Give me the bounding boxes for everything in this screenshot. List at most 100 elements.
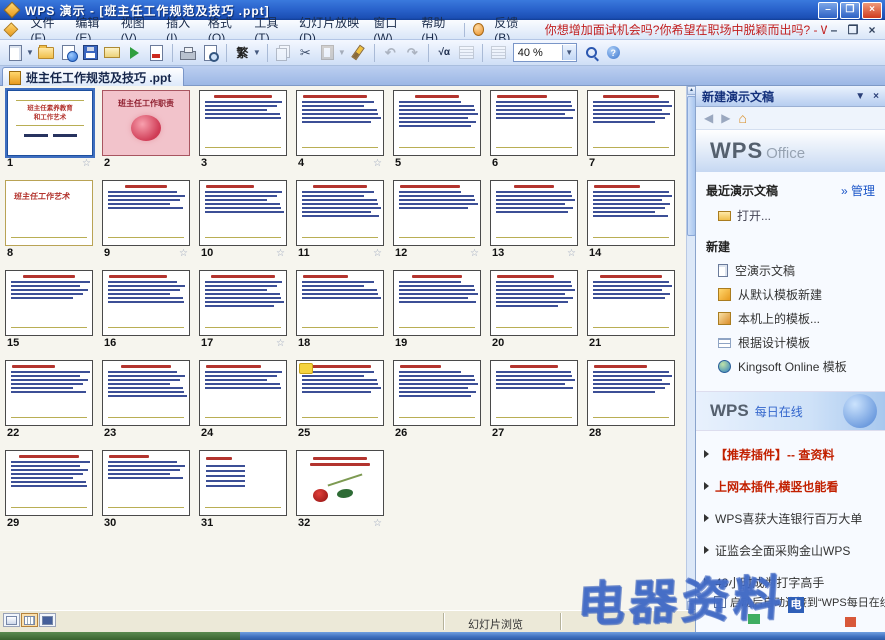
slide-thumbnail[interactable]: 班主任工作职责 [102,90,190,156]
promo-banner-text[interactable]: 你想增加面试机会吗?你希望在职场中脱颖而出吗? - WPS特别... [545,21,827,38]
new-item-link[interactable]: 本机上的模板... [718,310,885,327]
slide-thumbnail[interactable] [5,360,93,426]
zoom-combobox[interactable]: 40 % ▼ [513,43,577,62]
slide-thumbnail[interactable] [393,360,481,426]
undo-button[interactable]: ↶ [381,43,400,62]
transition-star-icon[interactable]: ☆ [470,248,479,259]
slide-thumbnail[interactable] [102,270,190,336]
slide-thumbnail[interactable] [587,180,675,246]
app-menu-icon[interactable] [4,22,19,37]
slide-thumbnail[interactable] [490,270,578,336]
online-link[interactable]: WPS喜获大连银行百万大单 [704,512,877,527]
new-item-link[interactable]: 空演示文稿 [718,262,885,279]
restore-button[interactable]: ❐ [840,2,860,19]
help-button[interactable]: ? [604,43,623,62]
online-link[interactable]: 48小时成为打字高手 [704,576,877,591]
export-button[interactable] [125,43,144,62]
slide-thumbnail[interactable] [587,90,675,156]
format-painter-button[interactable] [349,43,368,62]
doc-restore-button[interactable]: ❐ [846,23,860,37]
zoom-dropdown-icon[interactable]: ▼ [562,45,576,60]
vertical-scrollbar[interactable]: ▲ ▼ [686,86,695,610]
slide-thumbnail[interactable] [5,450,93,516]
print-preview-button[interactable] [201,43,220,62]
paste-dropdown-icon[interactable]: ▼ [338,48,346,57]
transition-star-icon[interactable]: ☆ [276,248,285,259]
save-button[interactable] [81,43,100,62]
slide-thumbnail[interactable] [102,360,190,426]
cut-button[interactable]: ✂ [296,43,315,62]
online-link[interactable]: 证监会全面采购金山WPS [704,544,877,559]
copy-button[interactable] [274,43,293,62]
traditional-convert-button[interactable]: 繁 [233,43,252,62]
traditional-dropdown-icon[interactable]: ▼ [253,48,261,57]
formula-button[interactable]: √α [435,43,454,62]
slide-thumbnail[interactable] [199,270,287,336]
insert-table-button[interactable] [457,43,476,62]
back-icon[interactable]: ◀ [704,111,713,125]
find-button[interactable] [582,43,601,62]
web-page-button[interactable] [59,43,78,62]
new-item-link[interactable]: 从默认模板新建 [718,286,885,303]
transition-star-icon[interactable]: ☆ [82,158,91,169]
autoconnect-checkbox[interactable]: ✓ [714,596,726,608]
transition-star-icon[interactable]: ☆ [373,158,382,169]
doc-close-button[interactable]: × [865,23,879,37]
slide-thumbnail[interactable] [393,180,481,246]
print-button[interactable] [179,43,198,62]
online-link[interactable]: 上网本插件,横竖也能看 [704,480,877,495]
autoconnect-option[interactable]: ✓ 启动后自动连接到“WPS每日在线” [714,594,885,610]
slide-thumbnail[interactable] [393,90,481,156]
slide-thumbnail[interactable] [199,360,287,426]
paste-button[interactable] [318,43,337,62]
open-button[interactable] [37,43,56,62]
slide-thumbnail[interactable] [102,450,190,516]
slide-thumbnail[interactable] [199,90,287,156]
transition-star-icon[interactable]: ☆ [373,248,382,259]
daily-online-banner[interactable]: WPS 每日在线 [696,391,885,431]
gridlines-button[interactable] [489,43,508,62]
transition-star-icon[interactable]: ☆ [373,518,382,529]
slide-thumbnail[interactable] [296,90,384,156]
slide-thumbnail[interactable] [296,450,384,516]
slide-thumbnail[interactable] [296,180,384,246]
transition-star-icon[interactable]: ☆ [276,338,285,349]
normal-view-button[interactable] [3,613,20,627]
email-button[interactable] [103,43,122,62]
slide-thumbnail[interactable] [587,360,675,426]
manage-link[interactable]: » 管理 [841,182,875,199]
close-button[interactable]: × [862,2,882,19]
slide-thumbnail[interactable] [587,270,675,336]
slide-thumbnail[interactable] [5,270,93,336]
slide-thumbnail[interactable]: 班主任素养教育和工作艺术 [7,90,93,156]
slide-thumbnail[interactable]: 班主任工作艺术 [5,180,93,246]
slide-thumbnail[interactable] [199,180,287,246]
transition-star-icon[interactable]: ☆ [179,248,188,259]
minimize-button[interactable]: – [818,2,838,19]
forward-icon[interactable]: ▶ [721,111,730,125]
doc-minimize-button[interactable]: – [827,23,841,37]
transition-star-icon[interactable]: ☆ [567,248,576,259]
home-icon[interactable]: ⌂ [738,110,746,126]
slide-sorter-view-button[interactable] [21,613,38,627]
task-pane-dropdown-icon[interactable]: ▼ [855,91,865,102]
slide-thumbnail[interactable] [102,180,190,246]
new-item-link[interactable]: Kingsoft Online 模板 [718,358,885,375]
new-item-link[interactable]: 根据设计模板 [718,334,885,351]
slide-thumbnail[interactable] [296,270,384,336]
new-document-button[interactable] [6,43,25,62]
open-file-link[interactable]: 打开... [718,207,885,224]
document-tab[interactable]: 班主任工作规范及技巧 .ppt [2,67,184,87]
slide-thumbnail[interactable] [490,90,578,156]
new-document-dropdown-icon[interactable]: ▼ [26,48,34,57]
slide-thumbnail[interactable] [490,360,578,426]
slide-thumbnail[interactable] [490,180,578,246]
online-link[interactable]: 【推荐插件】-- 查资料 [704,448,877,463]
slide-thumbnail[interactable] [199,450,287,516]
slideshow-view-button[interactable] [39,613,56,627]
task-pane-close-icon[interactable]: × [873,91,879,102]
pdf-export-button[interactable] [147,43,166,62]
redo-button[interactable]: ↷ [403,43,422,62]
slide-thumbnail[interactable] [296,360,384,426]
slide-thumbnail[interactable] [393,270,481,336]
